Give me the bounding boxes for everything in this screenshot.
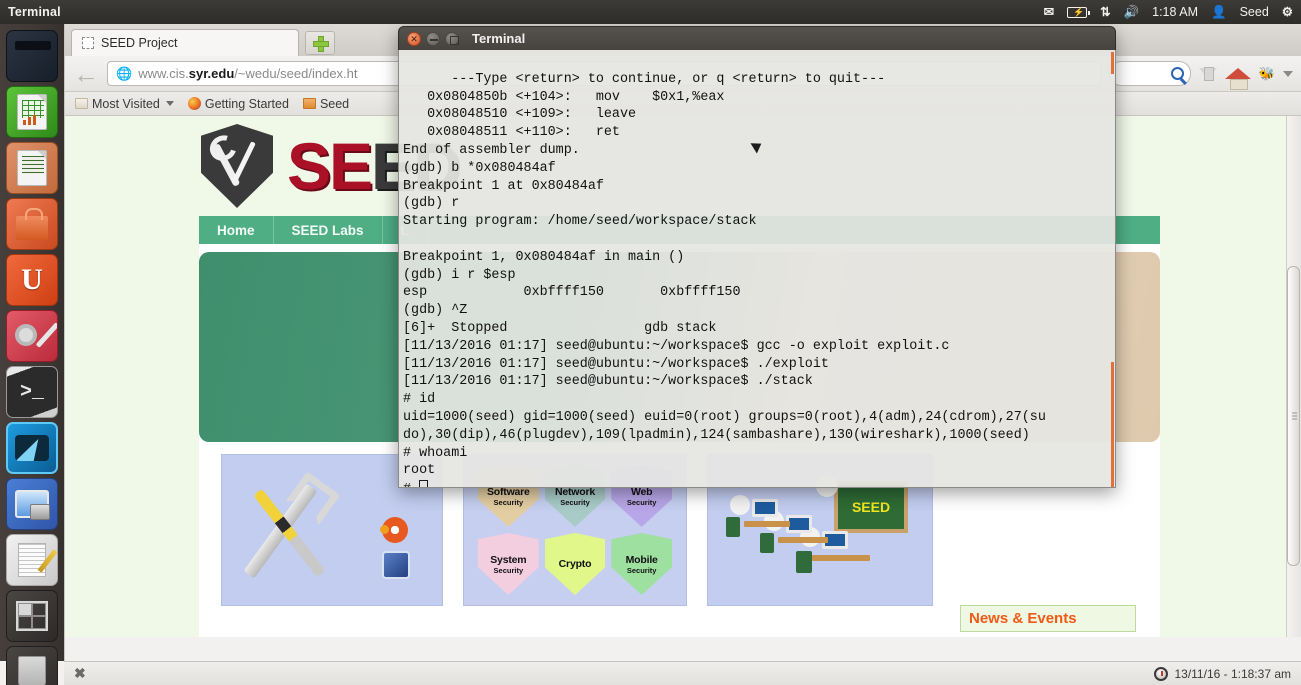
bookmark-most-visited[interactable]: Most Visited [75, 97, 174, 111]
chair [726, 517, 740, 537]
terminal-title: Terminal [472, 31, 526, 46]
screenshot-icon[interactable] [6, 478, 58, 530]
battery-icon[interactable]: ⚡ [1067, 6, 1091, 18]
maximize-button[interactable] [445, 31, 459, 46]
plus-icon [313, 36, 329, 52]
panel-clock[interactable]: 1:18 AM [1152, 5, 1198, 19]
window-taskbar: ✖ 13/11/16 - 1:18:37 am [64, 661, 1301, 685]
url-domain: syr.edu [188, 66, 235, 81]
home-icon[interactable] [1224, 68, 1251, 90]
terminal-window[interactable]: Terminal ---Type <return> to continue, o… [398, 26, 1116, 488]
url-suffix: /~wedu/seed/index.ht [234, 66, 358, 81]
focused-app-title[interactable]: Terminal [8, 5, 61, 19]
shield-mobile: Mobile Security [611, 533, 672, 595]
volume-icon[interactable]: 🔊 [1124, 6, 1140, 19]
search-input[interactable] [1108, 61, 1191, 86]
power-gear-icon[interactable]: ⚙ [1282, 6, 1293, 19]
libreoffice-impress-icon[interactable] [6, 142, 58, 194]
chair [796, 551, 812, 573]
libreoffice-calc-icon[interactable] [6, 86, 58, 138]
envelope-icon[interactable]: ✉ [1044, 6, 1054, 19]
chevron-down-icon[interactable] [165, 101, 174, 106]
tools-shield-icon [201, 124, 273, 208]
system-tray: ✉ ⚡ ⇅ 🔊 1:18 AM 👤 Seed ⚙ [1044, 5, 1301, 19]
minimize-button[interactable] [426, 31, 440, 46]
desk [812, 555, 870, 561]
globe-icon: 🌐 [116, 65, 133, 81]
nav-item-home[interactable]: Home [199, 216, 274, 244]
folder-icon [302, 98, 316, 109]
unity-top-panel: Terminal ✉ ⚡ ⇅ 🔊 1:18 AM 👤 Seed ⚙ [0, 0, 1301, 24]
search-icon[interactable] [1170, 67, 1184, 80]
wireshark-icon[interactable] [6, 422, 58, 474]
system-settings-icon[interactable] [6, 310, 58, 362]
ubuntu-logo-icon [380, 517, 408, 543]
desk [744, 521, 790, 527]
tab-title: SEED Project [101, 36, 178, 50]
unity-launcher: U >_ [0, 24, 64, 685]
mouse-pointer-icon [750, 138, 765, 154]
bookmark-label: Seed [319, 96, 350, 111]
url-prefix: www.cis. [138, 66, 189, 81]
browser-tab-seed-project[interactable]: SEED Project [71, 29, 299, 56]
terminal-scroll-marker [1111, 52, 1114, 74]
trash-icon[interactable] [6, 646, 58, 685]
nav-item-seed-labs[interactable]: SEED Labs [274, 216, 383, 244]
close-button[interactable] [407, 31, 421, 46]
terminal-scroll-marker [1111, 362, 1114, 487]
user-name[interactable]: Seed [1240, 5, 1269, 19]
shield-crypto: Crypto [544, 533, 606, 595]
virtualbox-logo-icon [382, 551, 410, 579]
shield-system: System Security [478, 533, 539, 595]
taskbar-datetime: 13/11/16 - 1:18:37 am [1174, 666, 1291, 681]
chevron-down-icon[interactable] [1283, 70, 1293, 77]
page-scrollbar-thumb[interactable] [1287, 266, 1300, 566]
bug-icon[interactable]: 🐝 [1259, 66, 1275, 82]
close-window-button[interactable]: ✖ [74, 665, 86, 682]
news-events-title: News & Events [960, 605, 1136, 632]
desktop-screen: Terminal ✉ ⚡ ⇅ 🔊 1:18 AM 👤 Seed ⚙ U >_ S… [0, 0, 1301, 685]
user-icon: 👤 [1211, 4, 1227, 19]
bookmark-label: Getting Started [204, 96, 289, 111]
terminal-titlebar[interactable]: Terminal [398, 26, 1116, 50]
student-head [730, 495, 750, 515]
ubuntu-one-icon[interactable]: U [6, 254, 58, 306]
firefox-icon [187, 97, 201, 110]
text-editor-icon[interactable] [6, 534, 58, 586]
bookmark-label: Most Visited [92, 96, 160, 111]
downloads-icon[interactable] [1198, 67, 1217, 81]
workspace-switcher-icon[interactable] [6, 590, 58, 642]
chalkboard-seed-text: SEED [834, 481, 908, 533]
terminal-cursor [419, 480, 429, 487]
bookmark-getting-started[interactable]: Getting Started [187, 96, 289, 111]
network-updown-icon[interactable]: ⇅ [1100, 6, 1110, 19]
files-icon[interactable] [6, 30, 58, 82]
monitor [752, 499, 778, 517]
terminal-text: ---Type <return> to continue, or q <retu… [403, 71, 1046, 487]
news-events-box: News & Events June 10, 2016 We have succ… [960, 605, 1136, 637]
taskbar-clock[interactable]: 13/11/16 - 1:18:37 am [1154, 666, 1291, 681]
most-visited-icon [75, 98, 88, 109]
new-tab-button[interactable] [305, 31, 335, 55]
chair [760, 533, 774, 553]
terminal-output[interactable]: ---Type <return> to continue, or q <retu… [398, 50, 1116, 488]
clock-icon [1154, 666, 1169, 681]
page-scrollbar[interactable] [1286, 116, 1301, 637]
tab-favicon-icon [82, 37, 94, 49]
bookmark-seed[interactable]: Seed [302, 96, 350, 111]
desk [778, 537, 828, 543]
ubuntu-software-center-icon[interactable] [6, 198, 58, 250]
terminal-icon[interactable]: >_ [6, 366, 58, 418]
back-button[interactable]: ← [73, 61, 99, 87]
